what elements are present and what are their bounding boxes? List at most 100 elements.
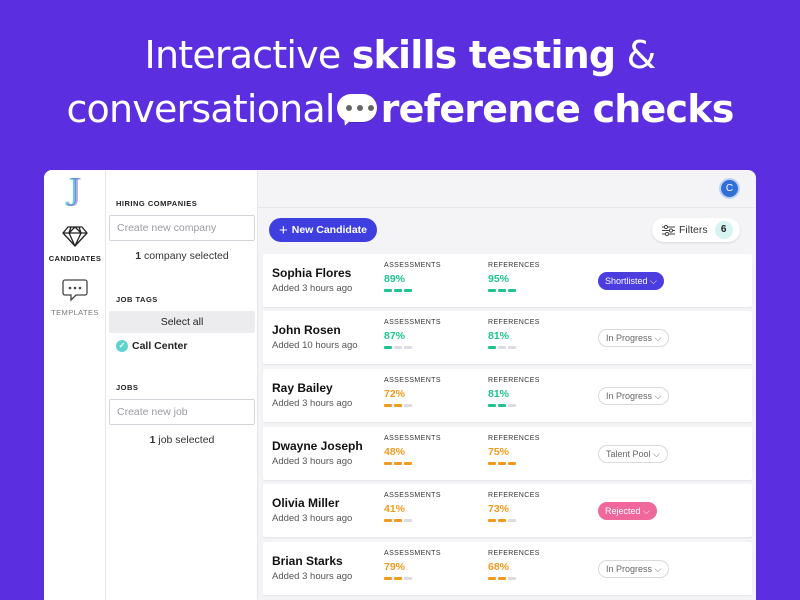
status-label: Talent Pool (606, 449, 651, 459)
candidate-name: Dwayne Joseph (272, 439, 363, 453)
headline-bold-text: skills testing (351, 33, 616, 77)
headline-bold-text: reference checks (380, 87, 735, 131)
job-count: 1 job selected (149, 434, 215, 446)
references-label: REFERENCES (488, 377, 540, 384)
candidate-added: Added 3 hours ago (272, 571, 353, 582)
filters-label: Filters (679, 224, 708, 236)
assessment-value: 79% (384, 561, 406, 573)
job-input[interactable]: Create new job (109, 399, 255, 425)
status-dropdown[interactable]: In Progress ⌵ (598, 560, 670, 578)
assessments-label: ASSESSMENTS (384, 550, 441, 557)
reference-value: 68% (488, 561, 510, 573)
headline-text: Interactive (144, 33, 352, 77)
assessment-progress (384, 404, 441, 407)
tag-label: Call Center (132, 340, 188, 352)
reference-metric: REFERENCES 81% (488, 377, 540, 407)
reference-value: 81% (488, 330, 510, 342)
chevron-down-icon: ⌵ (654, 333, 662, 343)
filter-panel: HIRING COMPANIES Create new company 1 co… (106, 170, 258, 600)
reference-progress (488, 289, 540, 292)
status-label: In Progress (606, 333, 653, 343)
candidate-card[interactable]: Dwayne Joseph Added 3 hours ago ASSESSMENT… (263, 427, 752, 480)
avatar[interactable]: C (719, 178, 740, 199)
assessments-label: ASSESSMENTS (384, 377, 441, 384)
candidate-added: Added 3 hours ago (272, 283, 353, 294)
assessment-progress (384, 346, 441, 349)
reference-metric: REFERENCES 73% (488, 492, 540, 522)
reference-progress (488, 577, 540, 580)
new-candidate-label: New Candidate (291, 224, 368, 236)
candidate-name: Sophia Flores (272, 266, 352, 280)
logo[interactable]: JJ (68, 176, 82, 206)
assessment-metric: ASSESSMENTS 72% (384, 377, 441, 407)
chat-icon (62, 279, 88, 302)
reference-metric: REFERENCES 75% (488, 435, 540, 465)
select-all-button[interactable]: Select all (109, 311, 255, 333)
candidate-added: Added 10 hours ago (272, 340, 358, 351)
references-label: REFERENCES (488, 492, 540, 499)
assessment-progress (384, 519, 441, 522)
assessment-value: 87% (384, 330, 406, 342)
jobs-title: JOBS (116, 383, 139, 392)
assessments-label: ASSESSMENTS (384, 435, 441, 442)
status-label: Shortlisted (605, 276, 648, 286)
status-dropdown[interactable]: Shortlisted ⌵ (598, 272, 664, 290)
status-label: Rejected (605, 506, 641, 516)
candidate-card[interactable]: Olivia Miller Added 3 hours ago ASSESSMENT… (263, 484, 752, 537)
reference-progress (488, 519, 540, 522)
speech-bubble-icon (336, 94, 377, 128)
assessment-value: 72% (384, 388, 406, 400)
assessment-metric: ASSESSMENTS 79% (384, 550, 441, 580)
filters-button[interactable]: Filters 6 (652, 218, 740, 242)
new-candidate-button[interactable]: + New Candidate (269, 218, 377, 242)
nav-candidates-label: CANDIDATES (48, 254, 102, 263)
reference-value: 95% (488, 273, 510, 285)
reference-progress (488, 404, 540, 407)
job-tags-title: JOB TAGS (116, 295, 158, 304)
candidate-name: Ray Bailey (272, 381, 333, 395)
assessment-value: 89% (384, 273, 406, 285)
chevron-down-icon: ⌵ (650, 276, 657, 286)
reference-value: 81% (488, 388, 510, 400)
headline-line-1: Interactive skills testing & (0, 28, 800, 82)
hiring-companies-title: HIRING COMPANIES (116, 199, 198, 208)
status-dropdown[interactable]: In Progress ⌵ (598, 387, 670, 405)
status-dropdown[interactable]: Rejected ⌵ (598, 502, 657, 520)
filters-count-badge: 6 (714, 221, 733, 239)
nav-templates-label: TEMPLATES (51, 308, 99, 317)
reference-value: 75% (488, 446, 510, 458)
candidate-card[interactable]: John Rosen Added 10 hours ago ASSESSMENTS 8… (263, 311, 752, 364)
references-label: REFERENCES (488, 435, 540, 442)
status-dropdown[interactable]: Talent Pool ⌵ (598, 445, 668, 463)
app-window: JJ CANDIDATES TEMPLATES HIRING COMPANIES… (44, 170, 756, 600)
nav-candidates[interactable]: CANDIDATES (44, 224, 106, 263)
chevron-down-icon: ⌵ (653, 449, 660, 459)
nav-templates[interactable]: TEMPLATES (44, 278, 106, 317)
nav-rail: JJ CANDIDATES TEMPLATES (44, 170, 106, 600)
assessment-value: 48% (384, 446, 406, 458)
assessment-metric: ASSESSMENTS 48% (384, 435, 441, 465)
chevron-down-icon: ⌵ (654, 564, 662, 574)
candidate-name: Olivia Miller (272, 496, 340, 510)
candidate-card[interactable]: Brian Starks Added 3 hours ago ASSESSMENTS… (263, 542, 752, 595)
status-dropdown[interactable]: In Progress ⌵ (598, 329, 670, 347)
company-input[interactable]: Create new company (109, 215, 255, 241)
candidate-added: Added 3 hours ago (272, 398, 353, 409)
assessment-metric: ASSESSMENTS 89% (384, 262, 441, 292)
reference-value: 73% (488, 503, 510, 515)
check-icon: ✓ (116, 340, 128, 352)
reference-metric: REFERENCES 81% (488, 319, 540, 349)
chevron-down-icon: ⌵ (654, 391, 662, 401)
assessments-label: ASSESSMENTS (384, 492, 441, 499)
references-label: REFERENCES (488, 550, 540, 557)
candidate-added: Added 3 hours ago (272, 456, 353, 467)
diamond-icon (62, 226, 88, 247)
candidate-card[interactable]: Sophia Flores Added 3 hours ago ASSESSMENT… (263, 254, 752, 307)
assessment-progress (384, 577, 441, 580)
headline-line-2: conversational reference checks (0, 82, 800, 136)
tag-call-center[interactable]: ✓ Call Center (116, 340, 187, 352)
references-label: REFERENCES (488, 262, 540, 269)
assessments-label: ASSESSMENTS (384, 319, 441, 326)
assessment-value: 41% (384, 503, 406, 515)
candidate-card[interactable]: Ray Bailey Added 3 hours ago ASSESSMENTS 72… (263, 369, 752, 422)
